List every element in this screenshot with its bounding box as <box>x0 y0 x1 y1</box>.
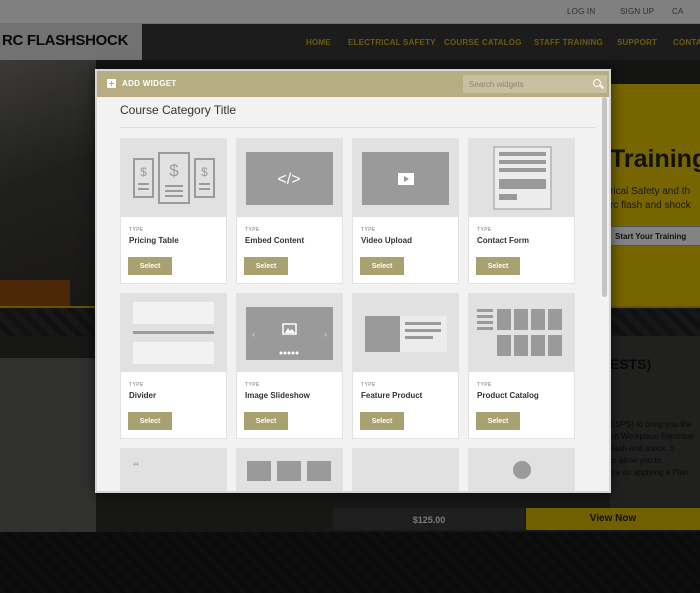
widget-name: Video Upload <box>361 236 412 245</box>
select-button[interactable]: Select <box>476 412 520 430</box>
widget-name: Contact Form <box>477 236 529 245</box>
widget-card-pricing-table[interactable]: $ $ $ TYPE Pricing Table Select <box>120 138 227 284</box>
widget-card-divider[interactable]: TYPE Divider Select <box>120 293 227 439</box>
feature-product-icon <box>353 294 458 372</box>
search-icon[interactable] <box>593 79 601 87</box>
form-icon <box>469 139 574 217</box>
widget-card-gallery[interactable] <box>236 448 343 491</box>
category-title: Course Category Title <box>120 103 237 117</box>
widget-name: Product Catalog <box>477 391 539 400</box>
widget-search-input[interactable] <box>463 75 607 93</box>
video-play-icon <box>353 139 458 217</box>
avatar-icon <box>469 449 574 491</box>
widget-name: Image Slideshow <box>245 391 310 400</box>
widget-type-label: TYPE <box>245 382 260 388</box>
add-widget-modal: ADD WIDGET Course Category Title $ $ $ <box>95 69 611 493</box>
category-divider <box>120 127 596 128</box>
select-button[interactable]: Select <box>360 257 404 275</box>
svg-text:“: “ <box>133 460 139 475</box>
grid-icon <box>469 294 574 372</box>
widget-type-label: TYPE <box>245 227 260 233</box>
widget-card-contact-form[interactable]: TYPE Contact Form Select <box>468 138 575 284</box>
slideshow-icon: ‹ › <box>237 294 342 372</box>
select-button[interactable]: Select <box>128 257 172 275</box>
widget-card-feature-product[interactable]: TYPE Feature Product Select <box>352 293 459 439</box>
svg-text:$: $ <box>201 165 208 179</box>
widget-type-label: TYPE <box>129 227 144 233</box>
widget-card-product-catalog[interactable]: TYPE Product Catalog Select <box>468 293 575 439</box>
pricing-table-icon: $ $ $ <box>121 139 226 217</box>
quote-icon: “ <box>121 449 226 491</box>
modal-header: ADD WIDGET <box>97 71 609 97</box>
modal-body: Course Category Title $ $ $ TYPE Pricing… <box>97 97 609 491</box>
widget-name: Divider <box>129 391 157 400</box>
widget-type-label: TYPE <box>361 382 376 388</box>
svg-text:›: › <box>324 329 327 339</box>
select-button[interactable]: Select <box>128 412 172 430</box>
widget-name: Pricing Table <box>129 236 179 245</box>
widget-card-video-upload[interactable]: TYPE Video Upload Select <box>352 138 459 284</box>
svg-text:</>: </> <box>277 171 300 188</box>
widget-name: Embed Content <box>245 236 305 245</box>
code-icon: </> <box>237 139 342 217</box>
widget-card-quote[interactable]: “ <box>120 448 227 491</box>
widget-card-profile[interactable] <box>468 448 575 491</box>
svg-text:‹: ‹ <box>252 329 255 339</box>
widget-card-image-slideshow[interactable]: ‹ › TYPE Image Slideshow Select <box>236 293 343 439</box>
svg-text:$: $ <box>169 161 179 180</box>
placeholder-icon <box>353 449 458 491</box>
select-button[interactable]: Select <box>244 257 288 275</box>
widget-card-blank[interactable] <box>352 448 459 491</box>
widget-card-embed-content[interactable]: </> TYPE Embed Content Select <box>236 138 343 284</box>
svg-text:$: $ <box>140 165 147 179</box>
widget-type-label: TYPE <box>129 382 144 388</box>
modal-title: ADD WIDGET <box>122 79 177 88</box>
select-button[interactable]: Select <box>244 412 288 430</box>
divider-icon <box>121 294 226 372</box>
widget-name: Feature Product <box>361 391 423 400</box>
select-button[interactable]: Select <box>476 257 520 275</box>
add-widget-icon <box>107 79 116 88</box>
widget-type-label: TYPE <box>361 227 376 233</box>
widget-type-label: TYPE <box>477 227 492 233</box>
select-button[interactable]: Select <box>360 412 404 430</box>
gallery-icon <box>237 449 342 491</box>
widget-type-label: TYPE <box>477 382 492 388</box>
modal-scrollbar[interactable] <box>602 97 607 297</box>
